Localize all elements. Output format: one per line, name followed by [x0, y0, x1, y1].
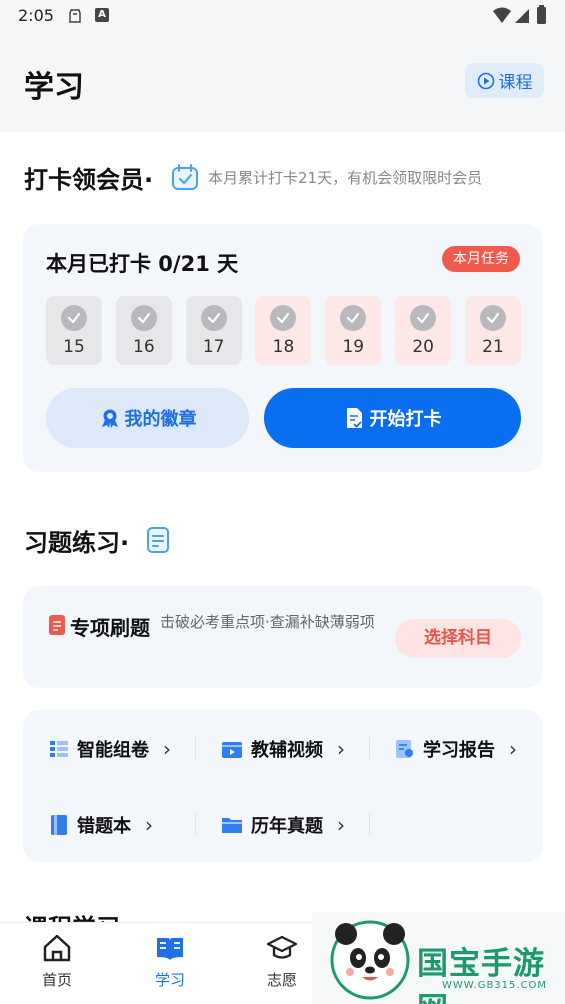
home-icon	[43, 934, 71, 962]
monthly-task-badge[interactable]: 本月任务	[442, 246, 520, 272]
day-tile: 20	[395, 296, 452, 365]
my-badges-button[interactable]: 我的徽章	[46, 388, 249, 448]
divider	[195, 813, 196, 835]
past-exams-label: 历年真题	[251, 816, 323, 837]
watermark-text: 国宝手游网	[417, 946, 545, 1004]
notification-icon	[69, 9, 81, 23]
medal-icon	[101, 409, 118, 428]
divider	[369, 813, 370, 835]
calendar-check-icon	[172, 164, 198, 190]
checkin-hint: 本月累计打卡21天，有机会领取限时会员	[208, 169, 483, 187]
panda-logo-icon	[330, 920, 410, 1000]
day-number: 20	[412, 337, 434, 357]
checkin-section-title: 打卡领会员·	[24, 166, 154, 194]
check-circle-icon	[61, 305, 87, 331]
nav-study[interactable]: 学习	[140, 933, 200, 990]
watermark-url: WWW.GB315.COM	[442, 980, 548, 991]
day-tile: 16	[115, 296, 172, 365]
check-circle-icon	[200, 305, 227, 331]
document-check-icon	[346, 408, 362, 428]
study-report-item[interactable]: 学习报告 ›	[395, 736, 517, 762]
checkin-card: 本月已打卡 0/21 天 本月任务 15 16 17 18 19 20 21 我的徽章 开始…	[23, 224, 543, 472]
document-red-icon	[49, 615, 65, 635]
special-practice-card[interactable]: 专项刷题 击破必考重点项·查漏补缺薄弱项 选择科目	[23, 586, 543, 688]
report-icon	[396, 740, 413, 758]
nav-aspiration-label: 志愿	[266, 971, 297, 989]
day-tile: 21	[464, 296, 521, 365]
video-label: 教辅视频	[251, 740, 323, 761]
day-tile: 17	[185, 296, 242, 365]
day-tile: 19	[325, 296, 382, 365]
day-number: 16	[133, 337, 155, 357]
notes-icon	[147, 527, 169, 553]
chevron-right-icon: ›	[337, 813, 345, 837]
practice-section-title: 习题练习·	[24, 529, 130, 557]
status-time: 2:05	[18, 6, 54, 25]
list-icon	[50, 741, 68, 757]
checkin-days: 15 16 17 18 19 20 21	[46, 296, 521, 365]
book-icon	[157, 938, 183, 960]
check-circle-icon	[340, 305, 367, 331]
divider	[195, 737, 196, 759]
check-circle-icon	[270, 305, 297, 331]
chevron-right-icon: ›	[145, 813, 153, 837]
video-item[interactable]: 教辅视频 ›	[221, 736, 345, 762]
day-tile: 15	[46, 296, 102, 365]
nav-study-label: 学习	[154, 971, 185, 989]
chevron-right-icon: ›	[337, 737, 345, 761]
special-practice-desc: 击破必考重点项·查漏补缺薄弱项	[160, 613, 375, 631]
smart-paper-item[interactable]: 智能组卷 ›	[49, 736, 171, 762]
chevron-right-icon: ›	[509, 737, 517, 761]
graduation-cap-icon	[266, 935, 298, 959]
wrong-book-item[interactable]: 错题本 ›	[49, 812, 153, 838]
start-checkin-label: 开始打卡	[369, 409, 442, 430]
play-circle-icon	[477, 72, 494, 89]
divider	[369, 737, 370, 759]
choose-subject-button[interactable]: 选择科目	[395, 619, 521, 658]
folder-icon	[222, 818, 242, 833]
day-number: 15	[63, 337, 85, 357]
day-tile: 18	[255, 296, 312, 365]
day-number: 19	[342, 337, 365, 357]
check-circle-icon	[479, 305, 506, 331]
nav-home[interactable]: 首页	[27, 933, 87, 990]
checkin-status: 本月已打卡 0/21 天	[46, 252, 239, 276]
past-exams-item[interactable]: 历年真题 ›	[221, 812, 345, 838]
smart-paper-label: 智能组卷	[77, 740, 149, 761]
check-circle-icon	[130, 305, 157, 331]
nav-aspiration[interactable]: 志愿	[252, 933, 312, 990]
notebook-icon	[51, 815, 67, 835]
study-report-label: 学习报告	[423, 740, 495, 761]
status-bar: 2:05 A	[0, 0, 565, 34]
day-number: 17	[202, 337, 225, 357]
check-circle-icon	[410, 305, 437, 331]
course-button-label: 课程	[498, 73, 533, 93]
nav-home-label: 首页	[41, 971, 72, 989]
course-button[interactable]: 课程	[465, 63, 544, 98]
wrong-book-label: 错题本	[77, 816, 131, 837]
status-indicators-icon	[493, 5, 546, 24]
day-number: 21	[482, 337, 504, 357]
a-status-icon: A	[95, 8, 109, 22]
start-checkin-button[interactable]: 开始打卡	[264, 388, 521, 448]
special-practice-title: 专项刷题	[70, 616, 150, 640]
video-icon	[222, 742, 242, 758]
my-badges-label: 我的徽章	[124, 409, 197, 430]
page-title: 学习	[24, 70, 84, 105]
tools-card: 智能组卷 › 教辅视频 › 学习报告 › 错题本 › 历年真题 ›	[23, 710, 543, 862]
watermark-logo: 国宝手游网 WWW.GB315.COM	[312, 912, 565, 1004]
chevron-right-icon: ›	[163, 737, 171, 761]
day-number: 18	[272, 337, 295, 357]
